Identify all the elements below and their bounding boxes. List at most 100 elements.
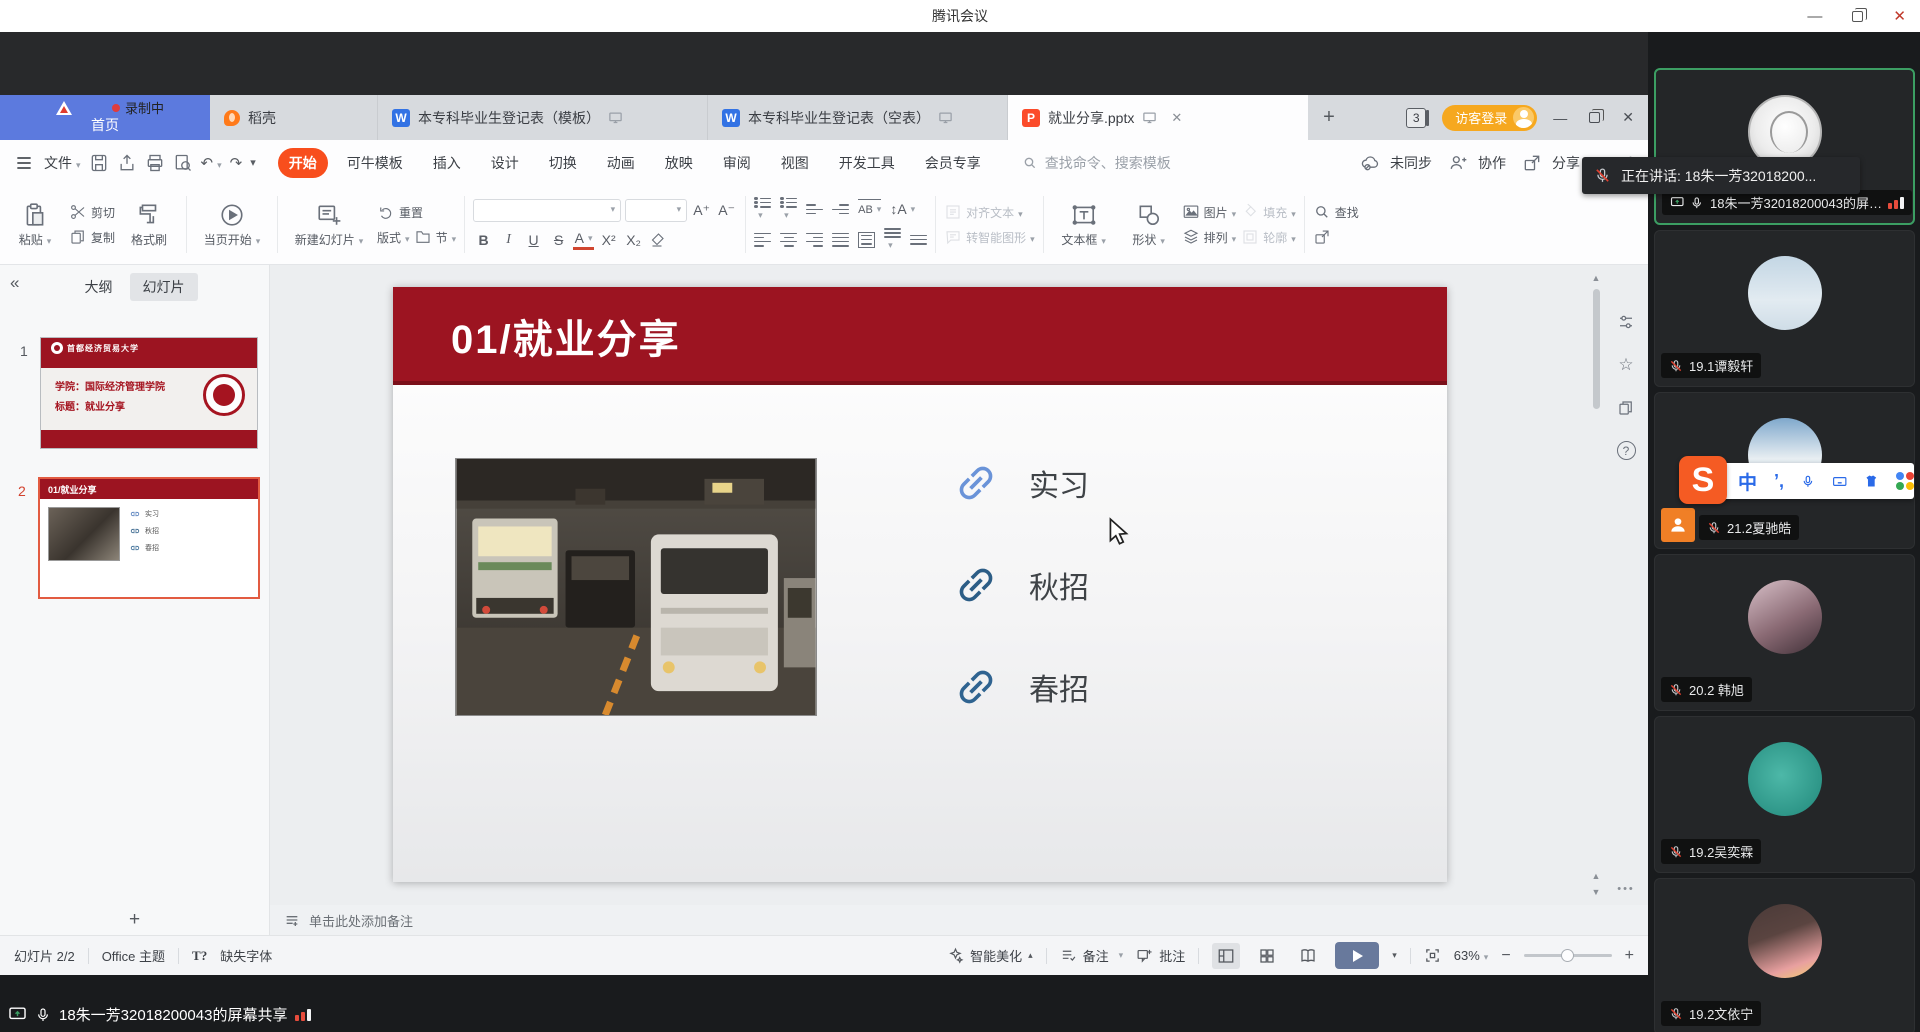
zoom-slider-handle[interactable] [1561,949,1574,962]
traffic-photo[interactable] [455,458,817,716]
zoom-level[interactable]: 63% [1454,948,1489,963]
scrollbar-thumb[interactable] [1593,289,1600,409]
phonetic-guide-button[interactable]: AB [858,199,881,220]
notes-input[interactable]: 单击此处添加备注 [270,905,1648,935]
new-slide-button[interactable]: 新建幻灯片 [286,188,372,261]
previous-slide-icon[interactable]: ▲ [1592,871,1601,881]
slideshow-play-button[interactable] [1335,942,1379,969]
paste-button[interactable]: 粘贴 [6,188,64,261]
link-row-spring[interactable]: 春招 [953,659,1089,715]
fill-button[interactable]: 填充 [1241,203,1296,221]
menu-tab-design[interactable]: 设计 [480,148,530,178]
tab-active-presentation[interactable]: P 就业分享.pptx ✕ [1008,95,1308,140]
rail-overflow-icon[interactable]: ••• [1617,883,1635,895]
tab-home[interactable]: 首页 [0,95,210,140]
italic-button[interactable]: I [498,229,519,250]
theme-name[interactable]: Office 主题 [102,946,165,965]
help-icon[interactable]: ? [1617,441,1636,460]
notes-toggle-button[interactable]: 备注 [1060,946,1124,965]
underline-button[interactable]: U [523,229,544,250]
ime-voice-icon[interactable] [1801,473,1815,490]
menu-tab-home[interactable]: 开始 [278,148,328,178]
save-icon[interactable] [89,153,109,173]
link-row-internship[interactable]: 实习 [953,455,1089,511]
play-from-current-button[interactable]: 当页开始 [195,188,269,261]
participant-tile[interactable]: 19.1谭毅轩 [1654,230,1915,387]
menu-tab-view[interactable]: 视图 [770,148,820,178]
font-size-select[interactable] [625,199,687,222]
zoom-slider[interactable] [1524,954,1612,957]
align-text-button[interactable]: 对齐文本 [944,203,1035,221]
vertical-scrollbar[interactable]: ▲ ▲ ▼ [1590,273,1602,897]
ime-toolbar[interactable]: S 中 ’, [1680,463,1914,499]
missing-font-label[interactable]: 缺失字体 [220,946,272,965]
close-icon[interactable]: ✕ [1622,109,1634,126]
print-icon[interactable] [145,153,165,173]
scroll-up-icon[interactable]: ▲ [1592,273,1601,283]
increase-font-button[interactable]: A⁺ [691,200,712,221]
participant-tile[interactable]: 20.2 韩旭 [1654,554,1915,711]
increase-indent-button[interactable] [832,204,849,214]
bullets-button[interactable] [754,198,771,221]
subscript-button[interactable]: X₂ [623,229,644,250]
picture-button[interactable]: 图片 [1182,203,1237,221]
menu-tab-animation[interactable]: 动画 [596,148,646,178]
minimize-icon[interactable]: — [1807,9,1822,24]
undo-icon[interactable]: ↶ [201,154,222,172]
outline-button[interactable]: 轮廓 [1241,228,1296,246]
slide-title-band[interactable]: 01/就业分享 [393,287,1447,385]
tab-doc-template[interactable]: W 本专科毕业生登记表（模板） [378,95,708,140]
reset-button[interactable]: 重置 [377,203,456,221]
clipboard-pane-icon[interactable] [1617,399,1635,417]
maximize-icon[interactable] [1852,11,1863,22]
zoom-in-button[interactable]: + [1625,947,1634,965]
clear-format-icon[interactable] [648,231,666,249]
text-direction-button[interactable]: ↕A [890,199,915,220]
tab-outline[interactable]: 大纲 [72,273,126,301]
ime-punctuation-toggle[interactable]: ’, [1774,471,1784,492]
comment-button[interactable]: 批注 [1136,946,1185,965]
add-slide-button[interactable]: + [0,905,270,935]
text-box-button[interactable]: 文本框 [1052,188,1116,261]
bold-button[interactable]: B [473,229,494,250]
distribute-button[interactable] [858,232,875,248]
cut-button[interactable]: 剪切 [69,203,115,221]
print-preview-icon[interactable] [173,153,193,173]
beautify-button[interactable]: 智能美化 ▴ [947,946,1033,965]
minimize-icon[interactable]: — [1553,110,1567,126]
close-icon[interactable]: ✕ [1893,9,1906,24]
tab-slides[interactable]: 幻灯片 [130,273,198,301]
slide-canvas[interactable]: 01/就业分享 [270,265,1648,905]
fit-slide-icon[interactable] [1424,947,1441,964]
line-spacing-button[interactable] [884,228,901,251]
shapes-button[interactable]: 形状 [1121,188,1177,261]
decrease-font-button[interactable]: A⁻ [716,200,737,221]
ime-toolbox-icon[interactable] [1896,472,1914,490]
doc-count-badge[interactable]: 3 [1406,108,1426,128]
tab-docer[interactable]: 稻壳 [210,95,378,140]
tab-doc-blank[interactable]: W 本专科毕业生登记表（空表） [708,95,1008,140]
menu-tab-member[interactable]: 会员专享 [914,148,992,178]
zoom-out-button[interactable]: − [1501,947,1510,965]
slide-2[interactable]: 01/就业分享 [393,287,1447,882]
align-center-button[interactable] [780,233,797,247]
font-name-select[interactable] [473,199,621,222]
collapse-panel-button[interactable]: « [10,273,19,293]
numbering-button[interactable] [780,198,797,221]
align-right-button[interactable] [806,233,823,247]
participant-tile[interactable]: 19.2文依宁 [1654,878,1915,1032]
new-tab-button[interactable]: + [1308,95,1350,140]
superscript-button[interactable]: X² [598,229,619,250]
sync-status-button[interactable]: 未同步 [1360,153,1432,173]
menu-tab-devtools[interactable]: 开发工具 [828,148,906,178]
ime-language-toggle[interactable]: 中 [1738,468,1757,495]
format-painter-button[interactable]: 格式刷 [120,188,178,261]
column-spacing-button[interactable] [910,235,927,245]
customize-toolbar-icon[interactable]: ▾ [250,156,256,169]
strikethrough-button[interactable]: S [548,229,569,250]
align-left-button[interactable] [754,233,771,247]
properties-sliders-icon[interactable] [1617,313,1635,331]
justify-button[interactable] [832,233,849,247]
ime-keyboard-icon[interactable] [1832,472,1847,491]
share-button[interactable]: 分享 [1522,153,1580,173]
